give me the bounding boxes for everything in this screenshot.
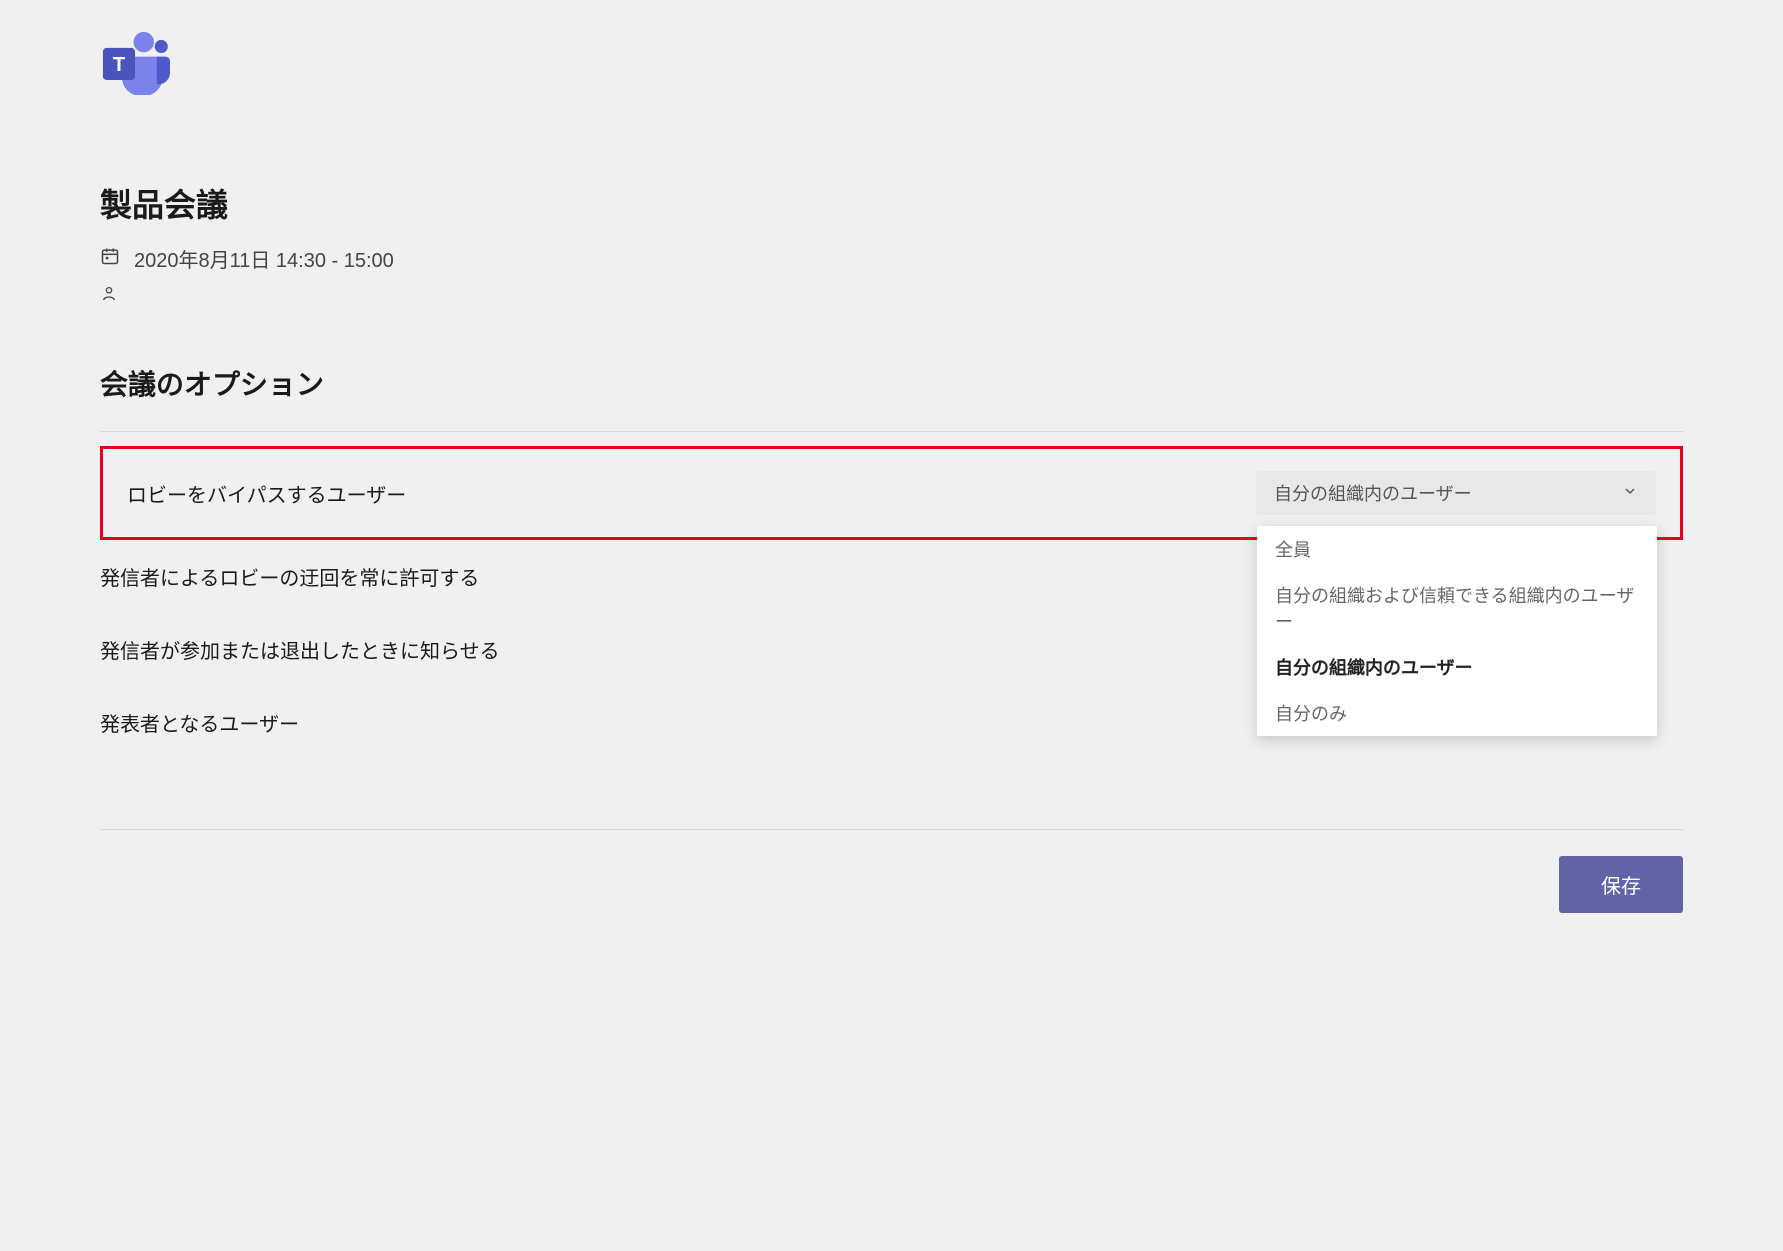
divider [100, 431, 1683, 432]
teams-logo-icon: T [100, 30, 1683, 100]
organizer-row [100, 285, 1683, 308]
chevron-down-icon [1622, 483, 1638, 504]
presenter-label: 発表者となるユーザー [100, 708, 299, 737]
caller-bypass-label: 発信者によるロビーの迂回を常に許可する [100, 562, 479, 591]
meeting-datetime-row: 2020年8月11日 14:30 - 15:00 [100, 244, 1683, 273]
dropdown-option-my-org[interactable]: 自分の組織内のユーザー [1257, 644, 1657, 690]
save-button[interactable]: 保存 [1559, 856, 1683, 913]
lobby-bypass-select[interactable]: 自分の組織内のユーザー [1256, 471, 1656, 515]
lobby-bypass-label: ロビーをバイパスするユーザー [127, 479, 406, 508]
dropdown-option-only-me[interactable]: 自分のみ [1257, 690, 1657, 736]
svg-text:T: T [113, 54, 126, 76]
announce-label: 発信者が参加または退出したときに知らせる [100, 635, 500, 664]
calendar-icon [100, 246, 120, 272]
meeting-datetime: 2020年8月11日 14:30 - 15:00 [134, 244, 394, 273]
lobby-bypass-selected: 自分の組織内のユーザー [1274, 480, 1472, 506]
dropdown-option-trusted-orgs[interactable]: 自分の組織および信頼できる組織内のユーザー [1257, 572, 1657, 644]
lobby-bypass-dropdown: 全員 自分の組織および信頼できる組織内のユーザー 自分の組織内のユーザー 自分の… [1257, 526, 1657, 736]
section-title: 会議のオプション [100, 363, 1683, 403]
person-icon [100, 290, 118, 307]
dropdown-option-everyone[interactable]: 全員 [1257, 526, 1657, 572]
meeting-title: 製品会議 [100, 180, 1683, 226]
